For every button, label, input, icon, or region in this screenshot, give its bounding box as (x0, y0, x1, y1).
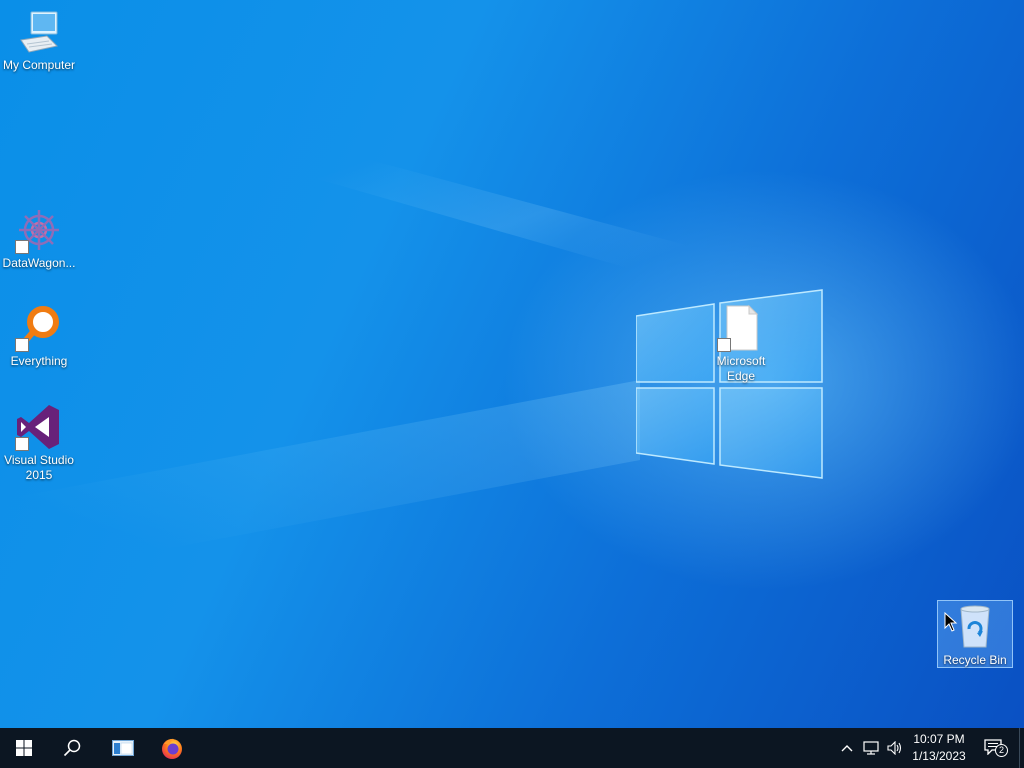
clock[interactable]: 10:07 PM 1/13/2023 (906, 731, 972, 765)
taskbar-app-firefox[interactable] (148, 728, 196, 768)
notification-icon: 2 (984, 739, 1008, 757)
clock-date: 1/13/2023 (912, 749, 966, 763)
datawagon-icon (15, 206, 63, 254)
desktop-icon-everything[interactable]: Everything (1, 304, 77, 369)
desktop-icon-label: Microsoft Edge (716, 354, 766, 383)
tray-overflow-button[interactable] (838, 728, 856, 768)
shortcut-arrow-icon (15, 338, 29, 352)
recycle-bin-icon (951, 603, 999, 651)
volume-icon (887, 741, 902, 755)
desktop-icon-my-computer[interactable]: My Computer (1, 8, 77, 73)
desktop-icon-label: Everything (10, 354, 68, 368)
network-icon (863, 741, 879, 755)
volume-button[interactable] (884, 728, 906, 768)
desktop-icon-visual-studio[interactable]: Visual Studio 2015 (1, 403, 77, 483)
blank-file-icon (717, 304, 765, 352)
notification-count-badge: 2 (995, 744, 1008, 757)
start-button[interactable] (0, 728, 48, 768)
desktop-icon-microsoft-edge[interactable]: Microsoft Edge (703, 304, 779, 384)
desktop-icon-recycle-bin[interactable]: Recycle Bin (937, 600, 1013, 668)
taskbar: 10:07 PM 1/13/2023 2 (0, 728, 1024, 768)
shortcut-arrow-icon (15, 437, 29, 451)
visual-studio-icon (15, 403, 63, 451)
chevron-up-icon (841, 745, 853, 752)
explorer-window-icon (112, 740, 134, 756)
shortcut-arrow-icon (717, 338, 731, 352)
desktop-icon-label: My Computer (2, 58, 76, 72)
search-button[interactable] (48, 728, 96, 768)
shortcut-arrow-icon (15, 240, 29, 254)
clock-time: 10:07 PM (913, 732, 965, 746)
windows-start-icon (16, 740, 32, 756)
everything-search-icon (15, 304, 63, 352)
light-beam-lower (0, 380, 640, 580)
desktop-icon-label: Recycle Bin (943, 653, 1007, 667)
network-button[interactable] (860, 728, 882, 768)
taskbar-app-explorer[interactable] (99, 728, 147, 768)
search-icon (63, 739, 81, 757)
mouse-cursor-icon (944, 612, 958, 632)
firefox-icon (162, 738, 182, 759)
action-center-button[interactable]: 2 (978, 728, 1012, 768)
desktop-icon-label: DataWagon... (2, 256, 76, 270)
desktop-icon-label: Visual Studio 2015 (4, 453, 74, 482)
show-desktop-button[interactable] (1019, 728, 1024, 768)
desktop-icon-datawagon[interactable]: DataWagon... (1, 206, 77, 271)
computer-icon (15, 8, 63, 56)
